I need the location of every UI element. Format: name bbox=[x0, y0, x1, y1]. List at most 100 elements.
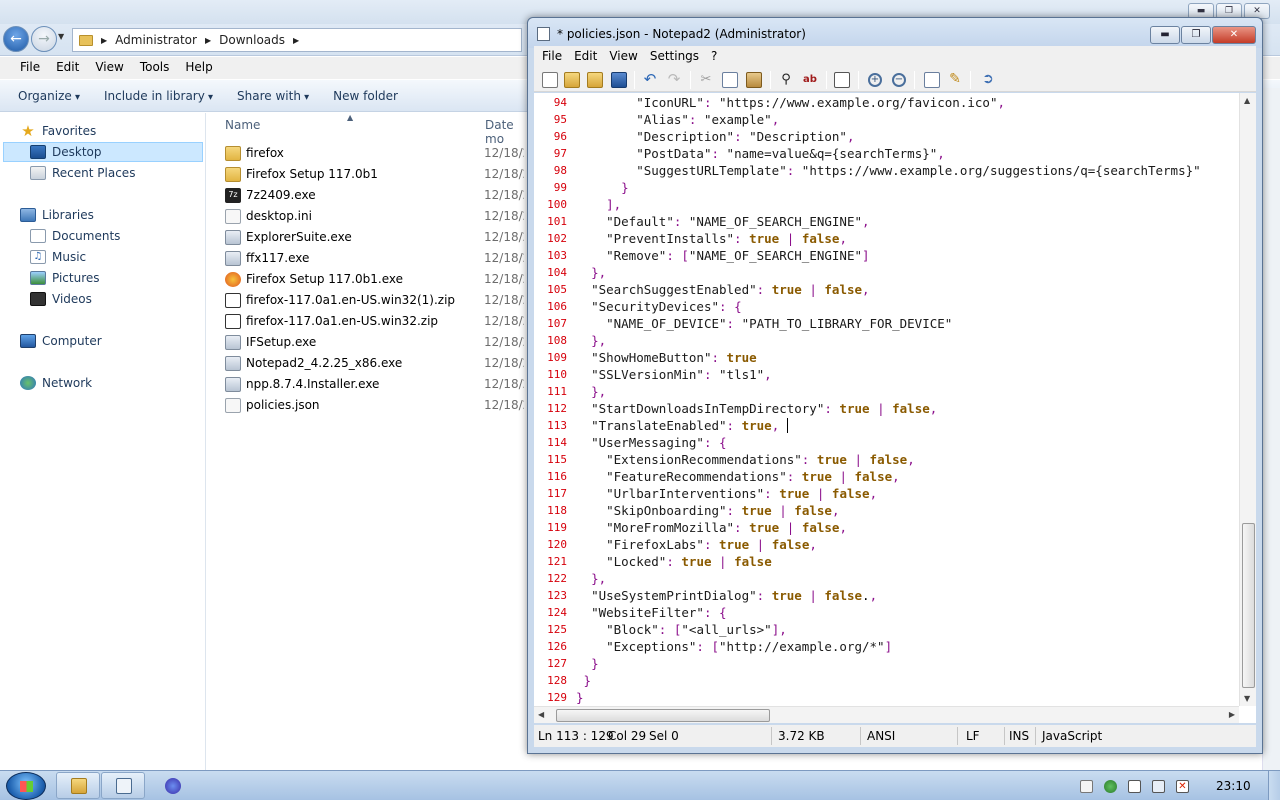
document-tray-icon[interactable] bbox=[1080, 780, 1093, 793]
code-line[interactable]: "UserMessaging": { bbox=[576, 434, 726, 451]
code-line[interactable]: "PreventInstalls": true | false, bbox=[576, 230, 847, 247]
menu-view[interactable]: View bbox=[87, 57, 131, 79]
status-insert-mode[interactable]: INS bbox=[1009, 729, 1029, 743]
code-line[interactable]: "Block": ["<all_urls>"], bbox=[576, 621, 787, 638]
address-bar[interactable]: ▶ Administrator ▶ Downloads ▶ bbox=[72, 28, 522, 52]
code-line[interactable]: "Default": "NAME_OF_SEARCH_ENGINE", bbox=[576, 213, 869, 230]
browse-icon[interactable] bbox=[587, 72, 603, 88]
file-row[interactable]: ExplorerSuite.exe 12/18/2 bbox=[225, 227, 525, 247]
code-line[interactable]: "ShowHomeButton": true bbox=[576, 349, 757, 366]
nav-computer[interactable]: Computer bbox=[20, 331, 102, 351]
file-row[interactable]: firefox-117.0a1.en-US.win32(1).zip 12/18/… bbox=[225, 290, 525, 310]
minimize-button[interactable]: ▬ bbox=[1150, 26, 1180, 44]
schemes-icon[interactable] bbox=[924, 72, 940, 88]
code-line[interactable]: "SecurityDevices": { bbox=[576, 298, 742, 315]
code-line[interactable]: "Locked": true | false bbox=[576, 553, 772, 570]
taskbar-explorer-button[interactable] bbox=[56, 772, 100, 799]
file-row[interactable]: IFSetup.exe 12/18/2 bbox=[225, 332, 525, 352]
file-row[interactable]: npp.8.7.4.Installer.exe 12/18/2 bbox=[225, 374, 525, 394]
cut-icon[interactable]: ✂ bbox=[698, 72, 714, 88]
code-line[interactable]: "UseSystemPrintDialog": true | false., bbox=[576, 587, 877, 604]
new-icon[interactable] bbox=[542, 72, 558, 88]
code-view[interactable]: "IconURL": "https://www.example.org/favi… bbox=[576, 93, 1238, 723]
scroll-right-icon[interactable]: ▶ bbox=[1229, 710, 1235, 719]
file-row[interactable]: firefox 12/18/2 bbox=[225, 143, 525, 163]
code-line[interactable]: "ExtensionRecommendations": true | false… bbox=[576, 451, 915, 468]
exit-icon[interactable]: ➲ bbox=[980, 72, 996, 88]
forward-button[interactable]: → bbox=[31, 26, 57, 52]
file-row[interactable]: Firefox Setup 117.0b1.exe 12/18/2 bbox=[225, 269, 525, 289]
code-line[interactable]: }, bbox=[576, 332, 606, 349]
file-row[interactable]: desktop.ini 12/18/2 bbox=[225, 206, 525, 226]
column-header-name[interactable]: Name bbox=[225, 118, 260, 132]
column-header-date[interactable]: Date mo bbox=[485, 118, 527, 146]
organize-button[interactable]: Organize bbox=[10, 89, 88, 103]
include-in-library-button[interactable]: Include in library bbox=[96, 89, 221, 103]
nav-videos[interactable]: Videos bbox=[30, 289, 92, 309]
np-menu-help[interactable]: ? bbox=[705, 46, 723, 68]
file-row[interactable]: 7z 7z2409.exe 12/18/2 bbox=[225, 185, 525, 205]
scroll-down-icon[interactable]: ▼ bbox=[1244, 694, 1250, 703]
file-row[interactable]: Firefox Setup 117.0b1 12/18/2 bbox=[225, 164, 525, 184]
word-wrap-icon[interactable] bbox=[834, 72, 850, 88]
code-line[interactable]: }, bbox=[576, 383, 606, 400]
code-line[interactable]: "UrlbarInterventions": true | false, bbox=[576, 485, 877, 502]
file-row[interactable]: Notepad2_4.2.25_x86.exe 12/18/2 bbox=[225, 353, 525, 373]
code-line[interactable]: ], bbox=[576, 196, 621, 213]
undo-icon[interactable]: ↶ bbox=[642, 72, 658, 88]
replace-icon[interactable]: ab bbox=[802, 72, 818, 88]
vertical-scrollbar[interactable]: ▲ ▼ bbox=[1239, 93, 1256, 706]
code-line[interactable]: "MoreFromMozilla": true | false, bbox=[576, 519, 847, 536]
find-icon[interactable]: ⚲ bbox=[778, 72, 794, 88]
np-menu-view[interactable]: View bbox=[603, 46, 643, 68]
explorer-scrollbar[interactable] bbox=[1262, 88, 1280, 770]
np-menu-file[interactable]: File bbox=[536, 46, 568, 68]
volume-muted-icon[interactable]: ✕ bbox=[1176, 780, 1189, 793]
share-with-button[interactable]: Share with bbox=[229, 89, 317, 103]
clock[interactable]: 23:10 bbox=[1216, 779, 1251, 793]
customize-schemes-icon[interactable]: ✎ bbox=[947, 72, 963, 88]
code-line[interactable]: "FeatureRecommendations": true | false, bbox=[576, 468, 900, 485]
security-tray-icon[interactable] bbox=[1104, 780, 1117, 793]
start-button[interactable] bbox=[6, 772, 46, 800]
menu-tools[interactable]: Tools bbox=[132, 57, 178, 79]
save-icon[interactable] bbox=[611, 72, 627, 88]
nav-network[interactable]: Network bbox=[20, 373, 92, 393]
redo-icon[interactable]: ↷ bbox=[666, 72, 682, 88]
code-line[interactable]: "Description": "Description", bbox=[576, 128, 854, 145]
zoom-out-icon[interactable]: − bbox=[892, 73, 906, 87]
maximize-button[interactable]: ❐ bbox=[1181, 26, 1211, 44]
notepad2-titlebar[interactable]: * policies.json - Notepad2 (Administrato… bbox=[528, 18, 1262, 48]
recent-pages-dropdown[interactable]: ▼ bbox=[58, 32, 64, 41]
network-tray-icon[interactable] bbox=[1152, 780, 1165, 793]
np-menu-settings[interactable]: Settings bbox=[644, 46, 705, 68]
new-folder-button[interactable]: New folder bbox=[325, 89, 406, 103]
menu-help[interactable]: Help bbox=[177, 57, 220, 79]
code-line[interactable]: } bbox=[576, 179, 629, 196]
status-line-endings[interactable]: LF bbox=[966, 729, 980, 743]
nav-pictures[interactable]: Pictures bbox=[30, 268, 100, 288]
code-line[interactable]: }, bbox=[576, 264, 606, 281]
nav-desktop[interactable]: Desktop bbox=[3, 142, 203, 162]
code-line[interactable]: "SkipOnboarding": true | false, bbox=[576, 502, 839, 519]
breadcrumb-downloads[interactable]: Downloads bbox=[219, 33, 285, 47]
code-line[interactable]: "NAME_OF_DEVICE": "PATH_TO_LIBRARY_FOR_D… bbox=[576, 315, 952, 332]
code-line[interactable]: "StartDownloadsInTempDirectory": true | … bbox=[576, 400, 937, 417]
horizontal-scroll-thumb[interactable] bbox=[556, 709, 770, 722]
np-menu-edit[interactable]: Edit bbox=[568, 46, 603, 68]
code-line[interactable]: } bbox=[576, 655, 599, 672]
nav-favorites[interactable]: ★ Favorites bbox=[20, 121, 96, 141]
vertical-scroll-thumb[interactable] bbox=[1242, 523, 1255, 688]
action-center-flag-icon[interactable] bbox=[1128, 780, 1141, 793]
zoom-in-icon[interactable]: + bbox=[868, 73, 882, 87]
back-button[interactable]: ← bbox=[3, 26, 29, 52]
nav-music[interactable]: ♫ Music bbox=[30, 247, 86, 267]
code-line[interactable]: } bbox=[576, 689, 584, 706]
scroll-up-icon[interactable]: ▲ bbox=[1244, 96, 1250, 105]
paste-icon[interactable] bbox=[746, 72, 762, 88]
code-editor[interactable]: 94 95 96 97 98 99 100 101 102 103 104 105 106 107 108 1… bbox=[534, 93, 1256, 723]
code-line[interactable]: }, bbox=[576, 570, 606, 587]
code-line[interactable]: } bbox=[576, 672, 592, 689]
status-encoding[interactable]: ANSI bbox=[867, 729, 895, 743]
copy-icon[interactable] bbox=[722, 72, 738, 88]
